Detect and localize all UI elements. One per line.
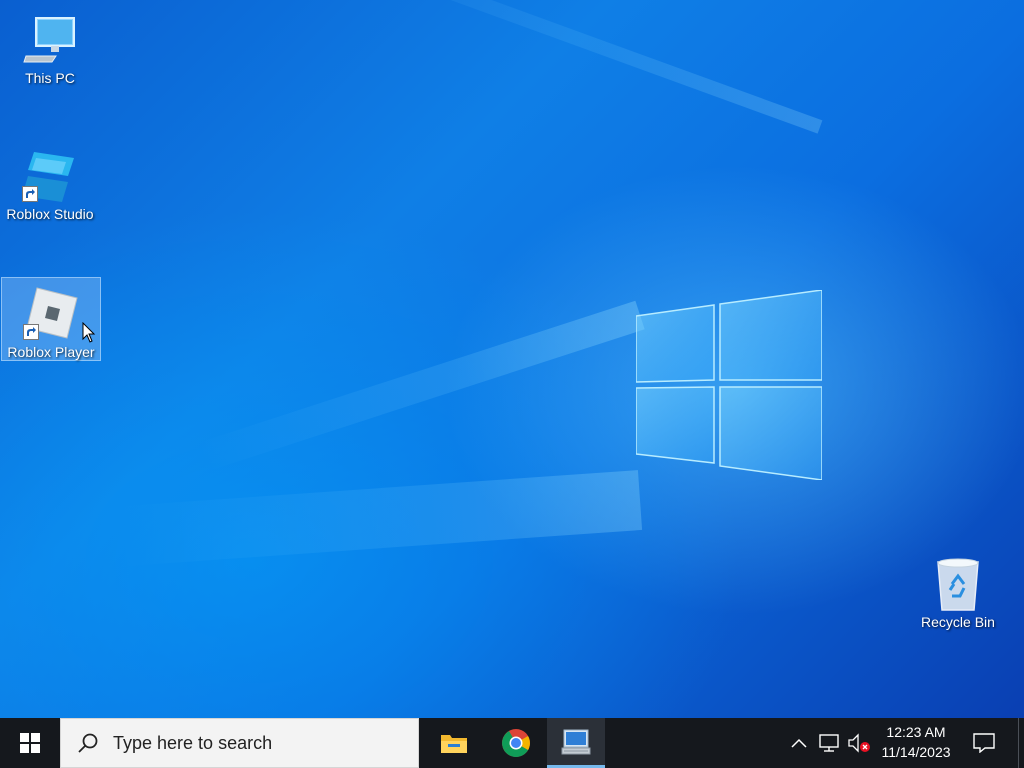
taskbar-clock[interactable]: 12:23 AM 11/14/2023 bbox=[872, 718, 960, 768]
taskbar-app-file-explorer[interactable] bbox=[425, 718, 483, 768]
show-desktop-button[interactable] bbox=[1018, 718, 1024, 768]
notification-icon bbox=[973, 733, 995, 753]
taskbar: Type here to search 12:23 AM 11/14/2023 bbox=[0, 718, 1024, 768]
desktop-icon-label: Roblox Studio bbox=[6, 206, 94, 222]
clock-date: 11/14/2023 bbox=[881, 744, 951, 760]
network-icon bbox=[819, 734, 839, 752]
tray-volume-button[interactable] bbox=[845, 718, 873, 768]
desktop-icon-label: This PC bbox=[25, 70, 75, 86]
wallpaper-light-beam bbox=[119, 470, 643, 567]
search-icon bbox=[78, 733, 98, 753]
taskbar-search-box[interactable]: Type here to search bbox=[60, 718, 419, 768]
taskbar-app-remote-desktop[interactable] bbox=[547, 718, 605, 768]
mouse-cursor-icon bbox=[82, 322, 96, 343]
roblox-studio-icon bbox=[22, 148, 78, 204]
shortcut-arrow-icon bbox=[22, 186, 38, 202]
desktop-icon-roblox-studio[interactable]: Roblox Studio bbox=[1, 140, 99, 222]
volume-muted-icon bbox=[848, 733, 870, 753]
desktop-icon-recycle-bin[interactable]: Recycle Bin bbox=[909, 548, 1007, 630]
wallpaper-windows-logo bbox=[636, 290, 822, 480]
tray-overflow-button[interactable] bbox=[785, 718, 813, 768]
chevron-up-icon bbox=[791, 738, 807, 748]
remote-desktop-icon bbox=[561, 729, 591, 755]
desktop-icon-roblox-player[interactable]: Roblox Player bbox=[1, 277, 101, 361]
action-center-button[interactable] bbox=[964, 718, 1004, 768]
clock-time: 12:23 AM bbox=[886, 724, 946, 740]
taskbar-app-chrome[interactable] bbox=[487, 718, 545, 768]
recycle-bin-icon bbox=[930, 556, 986, 612]
roblox-player-icon bbox=[23, 286, 79, 342]
shortcut-arrow-icon bbox=[23, 324, 39, 340]
tray-network-button[interactable] bbox=[815, 718, 843, 768]
search-placeholder: Type here to search bbox=[113, 732, 273, 753]
this-pc-icon bbox=[22, 12, 78, 68]
chrome-icon bbox=[502, 729, 530, 757]
desktop-icon-label: Roblox Player bbox=[7, 344, 95, 360]
start-button[interactable] bbox=[0, 718, 60, 768]
wallpaper-light-beam bbox=[197, 300, 645, 472]
desktop-icon-this-pc[interactable]: This PC bbox=[1, 4, 99, 86]
wallpaper-light-beam bbox=[272, 0, 823, 134]
desktop-icon-label: Recycle Bin bbox=[921, 614, 995, 630]
windows-logo-icon bbox=[20, 733, 40, 753]
desktop-wallpaper[interactable]: This PC Roblox Studio Roblox Player Recy… bbox=[0, 0, 1024, 718]
file-explorer-icon bbox=[441, 735, 467, 753]
